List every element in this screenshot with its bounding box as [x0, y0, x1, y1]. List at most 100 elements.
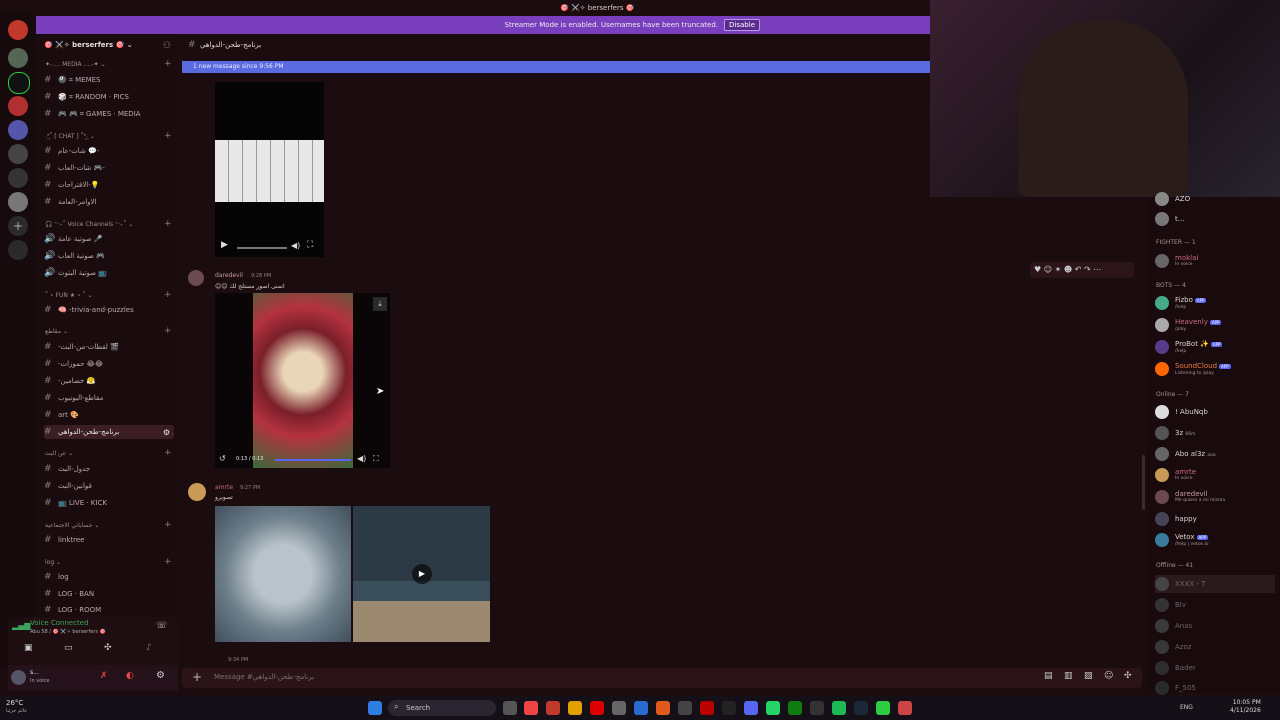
- member-item[interactable]: SoundCloud APP Listening to /play: [1155, 360, 1231, 378]
- browser-icon[interactable]: [524, 701, 538, 715]
- channel-stream-rules[interactable]: # قوانين-البث: [44, 479, 174, 493]
- kick-icon[interactable]: [876, 701, 890, 715]
- gift-icon[interactable]: ▤: [1044, 671, 1053, 681]
- member-item[interactable]: Anas: [1155, 617, 1192, 635]
- member-item[interactable]: Blv: [1155, 596, 1186, 614]
- category-fun[interactable]: ˚ ⋆ FUN ★ ⋆ ˚ ⌄: [45, 292, 93, 299]
- channel-live-kick[interactable]: # 📺 LIVE · KICK: [44, 496, 174, 510]
- forward-icon[interactable]: ↷: [1084, 265, 1091, 274]
- message-author[interactable]: daredevil: [215, 272, 243, 279]
- discord-home-icon[interactable]: [8, 20, 28, 40]
- fullscreen-icon[interactable]: ⛶: [307, 240, 313, 250]
- member-item[interactable]: F_505: [1155, 679, 1196, 697]
- app-icon[interactable]: [678, 701, 692, 715]
- sticker-icon[interactable]: ▧: [1084, 671, 1093, 681]
- whatsapp-icon[interactable]: [766, 701, 780, 715]
- disable-streamer-mode-button[interactable]: Disable: [724, 19, 760, 31]
- avatar[interactable]: [188, 270, 204, 286]
- add-server-icon[interactable]: +: [8, 216, 28, 236]
- add-channel-icon[interactable]: +: [164, 557, 172, 567]
- channel-trivia[interactable]: # 🧠 -trivia-and-puzzles: [44, 303, 174, 317]
- member-item[interactable]: Fizbo APP/help: [1155, 294, 1207, 312]
- mic-muted-icon[interactable]: ✗: [100, 671, 108, 681]
- member-item[interactable]: 3z 66m: [1155, 424, 1196, 442]
- scrollbar[interactable]: [1142, 455, 1145, 510]
- video-attachment[interactable]: ⤓ ↺ 0:13 / 0:13 ◀) ⛶: [215, 293, 390, 468]
- brave-icon[interactable]: [656, 701, 670, 715]
- member-item[interactable]: ! AbuNqb: [1155, 403, 1208, 421]
- kick-server-icon[interactable]: [8, 72, 30, 94]
- member-item[interactable]: happy: [1155, 510, 1197, 528]
- category-voice[interactable]: 🎧 ⁺‧₊˚ Voice Channels ⁺‧₊˚ ⌄: [45, 221, 133, 228]
- member-item[interactable]: amrte In voice: [1155, 466, 1196, 484]
- member-item[interactable]: Bader: [1155, 659, 1196, 677]
- language-indicator[interactable]: ENG: [1180, 704, 1193, 711]
- task-view-icon[interactable]: [503, 701, 517, 715]
- server-icon[interactable]: [8, 144, 28, 164]
- screen-share-icon[interactable]: ▭: [64, 643, 73, 653]
- channel-memes[interactable]: # 🎱 ⌗ MEMES: [44, 73, 174, 87]
- channel-linktree[interactable]: # linktree: [44, 533, 174, 547]
- discord-icon[interactable]: [744, 701, 758, 715]
- deafen-icon[interactable]: ◐: [126, 671, 134, 681]
- spotify-icon[interactable]: [832, 701, 846, 715]
- app-icon[interactable]: [700, 701, 714, 715]
- volume-icon[interactable]: ◀): [357, 454, 366, 463]
- server-icon[interactable]: [8, 48, 28, 68]
- emoji-icon[interactable]: ☺: [1104, 671, 1113, 681]
- settings-icon[interactable]: [810, 701, 824, 715]
- add-channel-icon[interactable]: +: [164, 290, 172, 300]
- member-item[interactable]: Vetox APP/help | vetox.io: [1155, 531, 1209, 549]
- fullscreen-icon[interactable]: ⛶: [373, 454, 379, 464]
- progress-bar[interactable]: [237, 247, 287, 249]
- add-member-icon[interactable]: ⚇: [163, 41, 171, 51]
- category-social[interactable]: حساباتي الاجتماعية ⌄: [45, 522, 99, 529]
- video-attachment[interactable]: ▶ ◀) ⛶: [215, 82, 324, 257]
- xbox-icon[interactable]: [788, 701, 802, 715]
- mail-icon[interactable]: [634, 701, 648, 715]
- channel-games-media[interactable]: # 🎮 🎮 ⌗ GAMES · MEDIA: [44, 107, 174, 121]
- youtube-icon[interactable]: [590, 701, 604, 715]
- channel-random[interactable]: # 🎲 ⌗ RANDOM · PICS: [44, 90, 174, 104]
- start-icon[interactable]: [368, 701, 382, 715]
- more-icon[interactable]: ⋯: [1093, 265, 1101, 274]
- server-icon[interactable]: [8, 168, 28, 188]
- channel-general[interactable]: # شات-عام 💬-: [44, 144, 174, 158]
- channel-games-chat[interactable]: # شات-العاب 🎮-: [44, 161, 174, 175]
- replay-icon[interactable]: ↺: [219, 454, 226, 463]
- add-channel-icon[interactable]: +: [164, 59, 172, 69]
- add-attachment-icon[interactable]: +: [192, 670, 202, 684]
- channel-log-room[interactable]: # LOG · ROOM: [44, 604, 174, 616]
- image-attachment[interactable]: [215, 506, 351, 642]
- voice-channel-games[interactable]: 🔊 صوتية العاب 🎮: [44, 249, 174, 263]
- server-icon[interactable]: [8, 96, 28, 116]
- add-channel-icon[interactable]: +: [164, 219, 172, 229]
- channel-active[interactable]: # برنامج-طحن-الدواهي ⚙: [44, 425, 174, 439]
- member-item[interactable]: AZO: [1155, 190, 1190, 208]
- category-log[interactable]: log ⌄: [45, 559, 61, 566]
- avatar[interactable]: [11, 670, 26, 685]
- member-item[interactable]: moklai In voice: [1155, 252, 1198, 270]
- file-explorer-icon[interactable]: [568, 701, 582, 715]
- disconnect-icon[interactable]: ☏: [156, 621, 167, 631]
- reply-icon[interactable]: ↶: [1075, 265, 1082, 274]
- add-channel-icon[interactable]: +: [164, 131, 172, 141]
- category-chat[interactable]: ·͙*̩̩͙˚ [ CHAT ] ˚*̩̩͙·͙ ⌄: [45, 133, 95, 140]
- add-channel-icon[interactable]: +: [164, 326, 172, 336]
- gear-icon[interactable]: ⚙: [163, 428, 170, 437]
- category-media[interactable]: ✦-‥‥ MEDIA ‥‥-✦ ⌄: [45, 61, 106, 68]
- volume-icon[interactable]: ◀): [291, 241, 300, 250]
- search-box[interactable]: ⌕ Search: [388, 700, 496, 716]
- fire-reaction-icon[interactable]: ✶: [1055, 265, 1062, 274]
- settings-gear-icon[interactable]: ⚙: [156, 670, 165, 681]
- apps-icon[interactable]: ✣: [1124, 671, 1132, 681]
- terminal-icon[interactable]: [722, 701, 736, 715]
- download-icon[interactable]: ⤓: [373, 297, 387, 311]
- explore-icon[interactable]: [8, 240, 28, 260]
- video-attachment[interactable]: ▶: [353, 506, 490, 642]
- server-icon[interactable]: [8, 192, 28, 212]
- channel-log[interactable]: # log: [44, 570, 174, 584]
- channel-suggestions[interactable]: # الاقتراحات-💡: [44, 178, 174, 192]
- weather-widget[interactable]: 26°C غائم جزئيا: [6, 699, 27, 715]
- channel-fights[interactable]: # -خصامين 😤: [44, 374, 174, 388]
